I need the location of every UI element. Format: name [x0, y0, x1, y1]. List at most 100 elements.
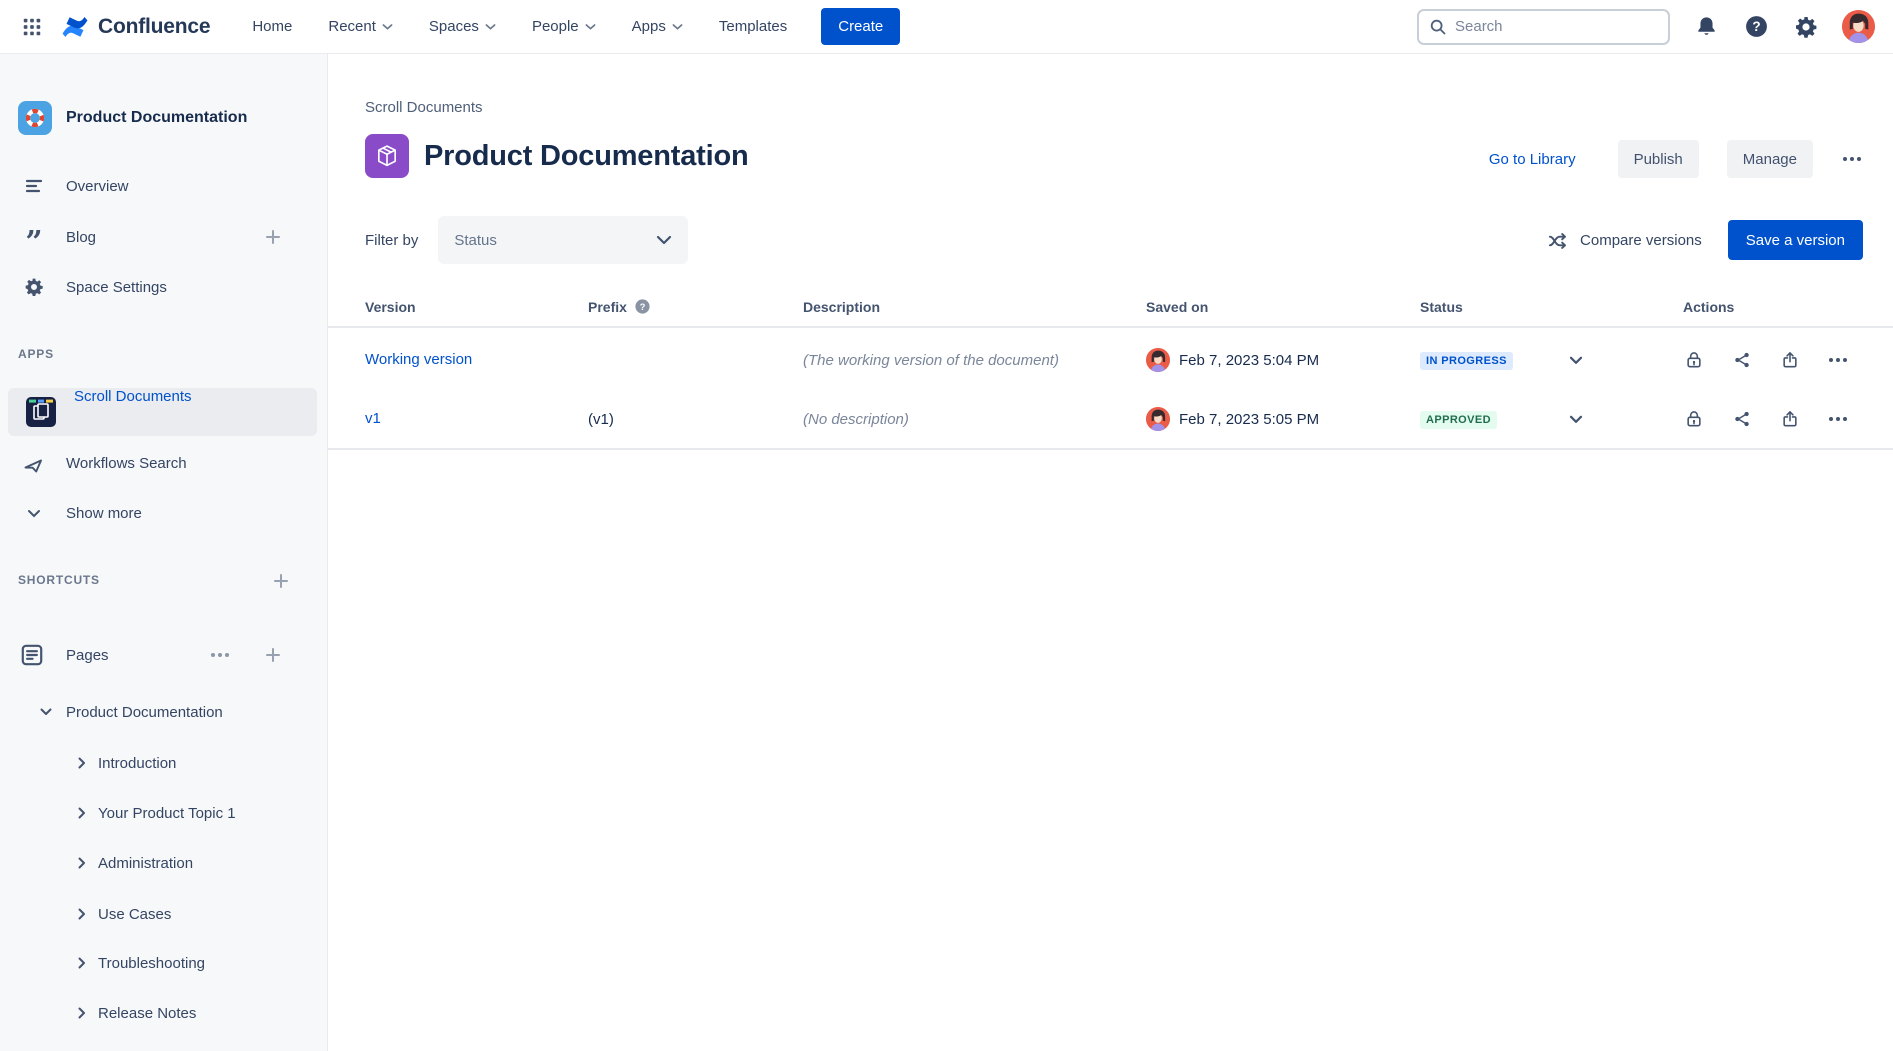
sidebar-item-scroll-documents[interactable]: Scroll Documents	[8, 388, 317, 436]
tree-item-administration[interactable]: Administration	[0, 843, 319, 883]
page-more-actions-button[interactable]	[1841, 151, 1863, 167]
status-dropdown-button[interactable]	[1565, 352, 1587, 369]
share-button[interactable]	[1731, 408, 1753, 430]
help-button[interactable]: ?	[1742, 13, 1770, 41]
saved-by-avatar[interactable]	[1146, 407, 1170, 431]
lock-button[interactable]	[1683, 349, 1705, 371]
status-badge: APPROVED	[1420, 411, 1497, 429]
confluence-logo[interactable]: Confluence	[60, 12, 210, 42]
version-link[interactable]: v1	[365, 410, 381, 427]
nav-home[interactable]: Home	[252, 18, 292, 35]
publish-button[interactable]: Publish	[1618, 140, 1699, 178]
breadcrumb[interactable]: Scroll Documents	[365, 99, 483, 116]
export-button[interactable]	[1779, 349, 1801, 371]
add-shortcut-button[interactable]	[269, 569, 293, 593]
sidebar-item-space-settings[interactable]: Space Settings	[0, 267, 319, 307]
chevron-right-icon[interactable]	[74, 757, 90, 769]
space-name: Product Documentation	[66, 109, 247, 127]
chevron-down-icon	[656, 235, 672, 245]
cube-icon	[373, 142, 401, 170]
nav-templates[interactable]: Templates	[719, 18, 787, 35]
compare-versions-label: Compare versions	[1580, 232, 1702, 249]
nav-spaces[interactable]: Spaces	[429, 18, 496, 35]
save-version-button[interactable]: Save a version	[1728, 220, 1863, 260]
add-page-button[interactable]	[261, 643, 285, 667]
settings-button[interactable]	[1792, 13, 1820, 41]
search-box[interactable]	[1417, 9, 1670, 45]
pages-label: Pages	[66, 647, 109, 664]
column-header-prefix: Prefix ?	[588, 298, 803, 315]
status-filter-select[interactable]: Status	[438, 216, 688, 264]
space-header[interactable]: Product Documentation	[0, 94, 319, 142]
lifebuoy-icon	[23, 106, 47, 130]
user-avatar[interactable]	[1842, 10, 1875, 43]
bell-icon	[1695, 15, 1718, 38]
sidebar-item-label: Workflows Search	[66, 455, 187, 472]
column-header-saved-on: Saved on	[1146, 299, 1420, 315]
status-cell: IN PROGRESS	[1420, 351, 1683, 370]
manage-button[interactable]: Manage	[1727, 140, 1813, 178]
chevron-down-icon[interactable]	[38, 708, 54, 716]
saved-by-avatar[interactable]	[1146, 348, 1170, 372]
go-to-library-link[interactable]: Go to Library	[1489, 151, 1576, 168]
tree-item-your-product-topic-1[interactable]: Your Product Topic 1	[0, 793, 319, 833]
sidebar-item-workflows-search[interactable]: Workflows Search	[0, 443, 319, 483]
search-input[interactable]	[1455, 18, 1635, 35]
version-cell: v1	[365, 410, 588, 428]
page-title-row: Product Documentation	[365, 134, 748, 178]
sidebar-item-label: Scroll Documents	[74, 388, 192, 405]
share-button[interactable]	[1731, 349, 1753, 371]
chevron-down-icon	[1569, 415, 1583, 424]
status-dropdown-button[interactable]	[1565, 411, 1587, 428]
export-button[interactable]	[1779, 408, 1801, 430]
tree-item-product-documentation[interactable]: Product Documentation	[0, 692, 319, 732]
nav-people[interactable]: People	[532, 18, 596, 35]
chevron-right-icon[interactable]	[74, 857, 90, 869]
show-more-label: Show more	[66, 505, 142, 522]
chevron-down-icon	[1569, 356, 1583, 365]
workflows-icon	[20, 451, 48, 475]
actions-cell	[1683, 349, 1893, 371]
row-more-actions-button[interactable]	[1827, 352, 1849, 368]
plus-icon	[264, 646, 282, 664]
nav-recent[interactable]: Recent	[328, 18, 393, 35]
tree-item-use-cases[interactable]: Use Cases	[0, 894, 319, 934]
chevron-right-icon[interactable]	[74, 807, 90, 819]
saved-on-cell: Feb 7, 2023 5:04 PM	[1146, 348, 1420, 372]
gear-icon	[1794, 15, 1818, 39]
compare-versions-button[interactable]: Compare versions	[1547, 229, 1702, 252]
share-icon	[1732, 409, 1752, 429]
version-cell: Working version	[365, 351, 588, 369]
tree-item-troubleshooting[interactable]: Troubleshooting	[0, 943, 319, 983]
notifications-button[interactable]	[1692, 13, 1720, 41]
top-navigation: Confluence Home Recent Spaces People App…	[0, 0, 1893, 54]
row-more-actions-button[interactable]	[1827, 411, 1849, 427]
chevron-right-icon[interactable]	[74, 908, 90, 920]
sidebar-item-label: Blog	[66, 229, 96, 246]
help-circle-icon[interactable]: ?	[634, 298, 651, 315]
tree-item-label: Administration	[98, 855, 193, 872]
tree-item-introduction[interactable]: Introduction	[0, 743, 319, 783]
space-sidebar: Product Documentation Overview ” Blog Sp…	[0, 54, 328, 1051]
table-row-v1: v1 (v1) (No description) Feb 7, 2023 5:0…	[328, 390, 1893, 450]
prefix-cell: (v1)	[588, 411, 803, 428]
sidebar-item-blog[interactable]: ” Blog	[0, 217, 319, 257]
blog-quote-icon: ”	[20, 226, 48, 248]
app-switcher-icon[interactable]	[18, 13, 46, 41]
nav-apps[interactable]: Apps	[632, 18, 683, 35]
lock-icon	[1684, 409, 1704, 429]
sidebar-show-more[interactable]: Show more	[0, 493, 319, 533]
sidebar-item-overview[interactable]: Overview	[0, 166, 319, 206]
tree-item-release-notes[interactable]: Release Notes	[0, 993, 319, 1033]
version-link[interactable]: Working version	[365, 351, 472, 368]
create-button[interactable]: Create	[821, 8, 900, 45]
chevron-right-icon[interactable]	[74, 957, 90, 969]
confluence-screen: Confluence Home Recent Spaces People App…	[0, 0, 1893, 1051]
description-cell: (No description)	[803, 411, 1146, 428]
chevron-right-icon[interactable]	[74, 1007, 90, 1019]
pages-more-button[interactable]	[207, 647, 233, 663]
column-header-status: Status	[1420, 299, 1683, 315]
pages-header[interactable]: Pages	[0, 633, 319, 677]
add-blog-button[interactable]	[261, 225, 285, 249]
lock-button[interactable]	[1683, 408, 1705, 430]
